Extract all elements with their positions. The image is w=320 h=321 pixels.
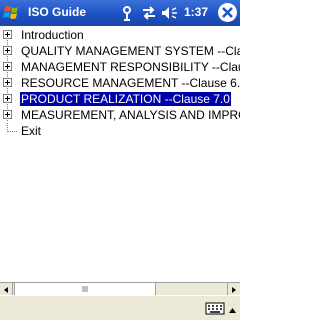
expand-plus-icon[interactable] (3, 110, 12, 119)
expand-plus-icon[interactable] (3, 78, 12, 87)
app-title: ISO Guide (28, 5, 87, 19)
sync-icon[interactable] (141, 5, 157, 21)
speaker-icon[interactable] (161, 5, 178, 21)
chapter-tree[interactable]: Introduction QUALITY MANAGEMENT SYSTEM -… (0, 26, 240, 282)
menu-bar (0, 295, 240, 320)
title-bar: ISO Guide 1:37 (0, 0, 240, 26)
windows-start-icon[interactable] (2, 3, 24, 23)
tree-leaf-connector (7, 123, 17, 132)
scroll-left-button[interactable] (0, 283, 13, 295)
horizontal-scrollbar[interactable] (0, 282, 240, 295)
scroll-thumb[interactable] (14, 283, 156, 295)
tree-item-product-realization[interactable]: PRODUCT REALIZATION --Clause 7.0 (0, 91, 240, 107)
input-panel-arrow-icon[interactable] (228, 302, 237, 313)
tree-item-label: RESOURCE MANAGEMENT --Clause 6.0 (21, 76, 240, 90)
close-button[interactable] (218, 3, 237, 22)
tree-item-measurement-analysis[interactable]: MEASUREMENT, ANALYSIS AND IMPROVEMENT (0, 107, 240, 123)
tree-item-management-responsibility[interactable]: MANAGEMENT RESPONSIBILITY --Clause 5.0 (0, 59, 240, 75)
tree-item-resource-management[interactable]: RESOURCE MANAGEMENT --Clause 6.0 (0, 75, 240, 91)
antenna-icon[interactable] (120, 5, 134, 21)
tree-item-label-selected: PRODUCT REALIZATION --Clause 7.0 (20, 92, 231, 106)
clock[interactable]: 1:37 (184, 5, 208, 20)
scroll-right-button[interactable] (227, 283, 240, 295)
keyboard-icon[interactable] (205, 300, 225, 316)
tree-item-quality-management-system[interactable]: QUALITY MANAGEMENT SYSTEM --Clause 4.0 (0, 43, 240, 59)
expand-plus-icon[interactable] (3, 30, 12, 39)
expand-plus-icon[interactable] (3, 62, 12, 71)
tree-item-exit[interactable]: Exit (0, 123, 240, 139)
grip-icon (82, 286, 88, 292)
close-icon (222, 7, 233, 18)
tree-item-introduction[interactable]: Introduction (0, 27, 240, 43)
tree-item-label: MANAGEMENT RESPONSIBILITY --Clause 5.0 (21, 60, 240, 74)
expand-plus-icon[interactable] (3, 46, 12, 55)
expand-plus-icon[interactable] (3, 94, 12, 103)
tree-item-label: Introduction (21, 28, 84, 42)
tree-item-label: MEASUREMENT, ANALYSIS AND IMPROVEMENT (21, 108, 240, 122)
tree-item-label: QUALITY MANAGEMENT SYSTEM --Clause 4.0 (21, 44, 240, 58)
tree-item-label: Exit (21, 124, 42, 138)
